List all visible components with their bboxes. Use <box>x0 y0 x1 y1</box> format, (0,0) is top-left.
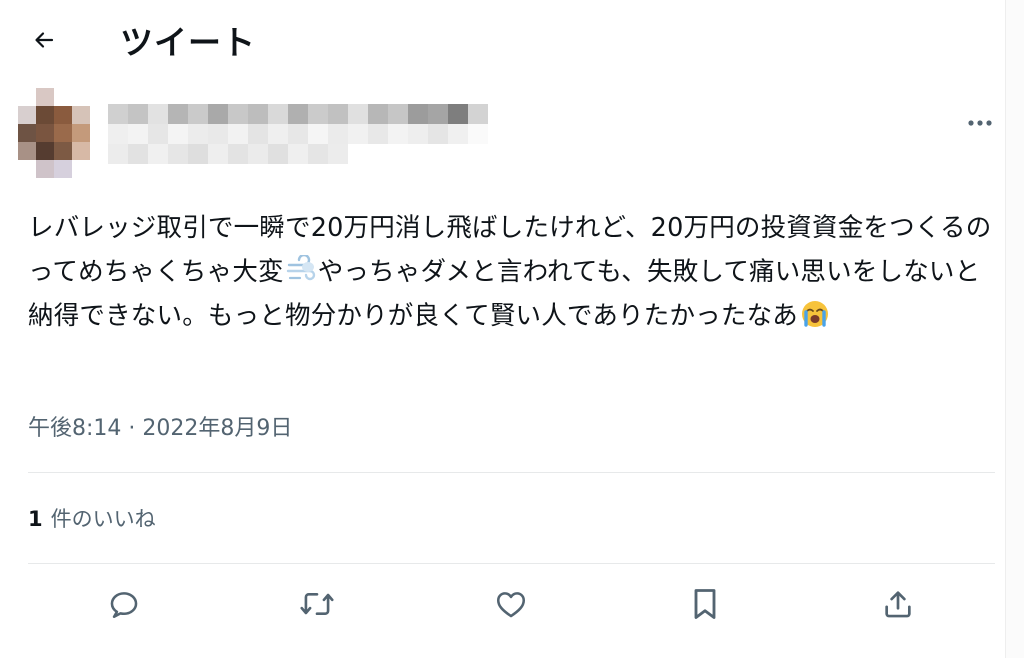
avatar[interactable] <box>18 88 90 178</box>
more-options-button[interactable] <box>960 108 1000 138</box>
tweet-actions <box>28 578 995 634</box>
loudly-crying-face-emoji <box>800 299 830 329</box>
back-button[interactable] <box>24 22 64 58</box>
tweet-text: レバレッジ取引で一瞬で20万円消し飛ばしたけれど、20万円の投資資金をつくるのっ… <box>28 206 1003 338</box>
divider <box>28 563 995 564</box>
bookmark-button[interactable] <box>681 578 729 630</box>
scrollbar-track[interactable] <box>1005 0 1024 658</box>
retweet-button[interactable] <box>293 578 341 630</box>
share-button[interactable] <box>874 578 922 630</box>
dashing-away-emoji <box>286 253 316 285</box>
header: ツイート <box>0 0 1024 78</box>
likes-number: 1 <box>28 507 43 531</box>
heart-icon <box>496 592 526 618</box>
arrow-left-icon <box>35 32 54 48</box>
retweet-icon <box>300 592 334 616</box>
author-name-pixelated[interactable] <box>108 104 488 180</box>
tweet-timestamp[interactable]: 午後8:14 · 2022年8月9日 <box>28 410 292 442</box>
bookmark-icon <box>694 589 716 619</box>
reply-button[interactable] <box>100 578 148 630</box>
page-title: ツイート <box>120 23 256 62</box>
divider <box>28 472 995 473</box>
share-icon <box>885 591 911 618</box>
more-horizontal-icon <box>968 120 992 126</box>
reply-icon <box>110 592 138 619</box>
likes-label: 件のいいね <box>50 507 156 531</box>
likes-count[interactable]: 1 件のいいね <box>28 503 156 533</box>
like-button[interactable] <box>487 578 535 630</box>
